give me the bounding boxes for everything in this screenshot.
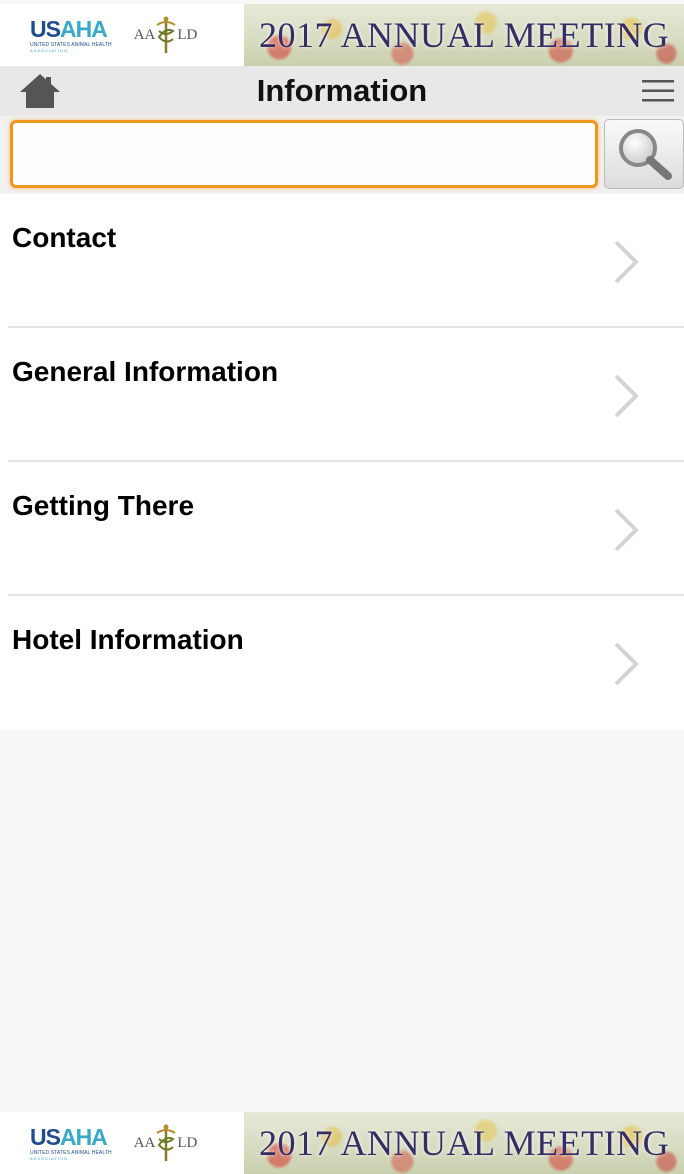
usaha-logo: USAHA UNITED STATES ANIMAL HEALTH ASSOCI… [30, 1123, 112, 1161]
usaha-logo-text-accent: AHA [59, 15, 108, 42]
usaha-logo-subtitle: UNITED STATES ANIMAL HEALTH [30, 1149, 112, 1156]
hamburger-menu-icon [642, 80, 674, 102]
chevron-right-icon [614, 374, 639, 418]
aavld-logo-text-right: LD [177, 1134, 198, 1151]
usaha-logo: USAHA UNITED STATES ANIMAL HEALTH ASSOCI… [30, 15, 112, 53]
usaha-logo-association: ASSOCIATION [30, 1155, 69, 1161]
caduceus-icon [156, 16, 176, 53]
list-item-hotel-information[interactable]: Hotel Information [0, 596, 684, 730]
usaha-logo-text: US [30, 1123, 61, 1150]
usaha-logo-text: US [30, 15, 61, 42]
chevron-right-icon [614, 508, 639, 552]
list-item-label: General Information [12, 356, 279, 387]
list-item-getting-there[interactable]: Getting There [0, 462, 684, 596]
top-banner: USAHA UNITED STATES ANIMAL HEALTH ASSOCI… [0, 4, 684, 66]
aavld-logo-text-left: AA [133, 26, 156, 43]
search-button[interactable] [604, 119, 684, 189]
page-title: Information [256, 73, 428, 108]
chevron-right-icon [614, 240, 639, 284]
home-icon [20, 74, 60, 108]
banner-title-area: 2017 ANNUAL MEETING [244, 1112, 684, 1174]
caduceus-icon [156, 1124, 176, 1161]
banner-logos: USAHA UNITED STATES ANIMAL HEALTH ASSOCI… [0, 1112, 244, 1174]
list-item-label: Contact [12, 222, 117, 253]
list-item-label: Hotel Information [12, 624, 244, 655]
banner-logos: USAHA UNITED STATES ANIMAL HEALTH ASSOCI… [0, 4, 244, 66]
banner-title: 2017 ANNUAL MEETING [258, 15, 670, 55]
list-item-contact[interactable]: Contact [0, 194, 684, 328]
banner-title-area: 2017 ANNUAL MEETING [244, 4, 684, 66]
usaha-logo-text-accent: AHA [59, 1123, 108, 1150]
bottom-banner: USAHA UNITED STATES ANIMAL HEALTH ASSOCI… [0, 1112, 684, 1174]
usaha-logo-association: ASSOCIATION [30, 47, 69, 53]
aavld-logo: AA LD [133, 15, 198, 55]
menu-button[interactable] [640, 75, 676, 107]
search-icon [619, 129, 672, 180]
aavld-logo-text-right: LD [177, 26, 198, 43]
home-button[interactable] [18, 72, 62, 110]
aavld-logo-text-left: AA [133, 1134, 156, 1151]
header-bar: Information [0, 66, 684, 116]
aavld-logo: AA LD [133, 1123, 198, 1163]
list-item-label: Getting There [12, 490, 195, 521]
information-list: Contact General Information Getting Ther… [0, 194, 684, 730]
chevron-right-icon [614, 642, 639, 686]
search-bar [0, 116, 684, 194]
banner-title: 2017 ANNUAL MEETING [258, 1123, 670, 1163]
list-item-general-information[interactable]: General Information [0, 328, 684, 462]
usaha-logo-subtitle: UNITED STATES ANIMAL HEALTH [30, 41, 112, 48]
search-input[interactable] [10, 120, 598, 188]
